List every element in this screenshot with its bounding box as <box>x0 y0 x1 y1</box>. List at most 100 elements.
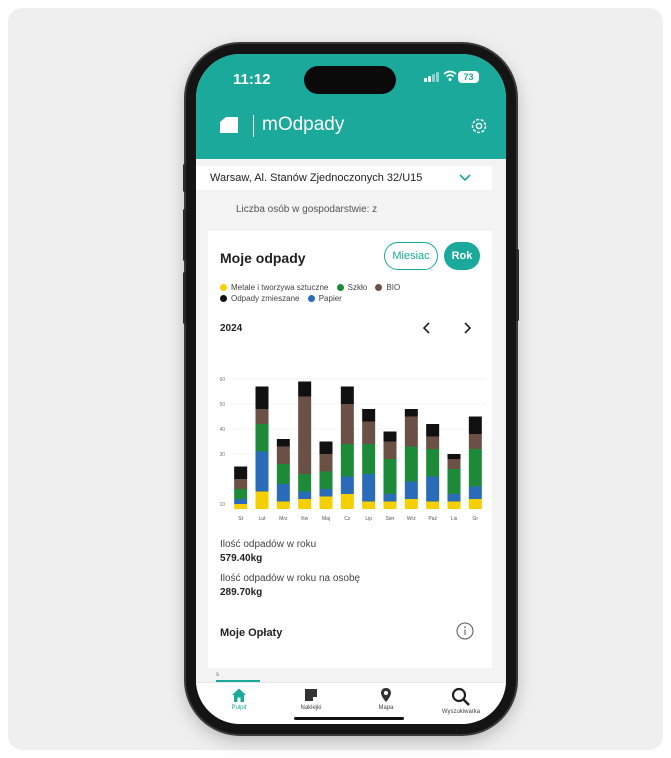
bar-segment <box>298 396 312 474</box>
settings-gear-icon[interactable] <box>469 116 489 136</box>
home-icon <box>232 688 246 702</box>
x-tick-label: Maj <box>322 516 330 522</box>
battery-indicator: 73 <box>458 71 479 83</box>
legend-label: Odpady zmieszane <box>231 294 300 303</box>
x-tick-label: Lis <box>451 516 458 522</box>
signal-bar <box>424 78 427 82</box>
bar-segment <box>255 409 269 424</box>
address-select[interactable]: Warsaw, Al. Stanów Zjednoczonych 32/U15 <box>196 166 492 190</box>
nav-item-wyszukiwarka[interactable]: Wyszukiwarka <box>426 687 496 715</box>
per-person-value: 289.70kg <box>220 587 263 598</box>
household-persons-label: Liczba osób w gospodarstwie: z <box>236 204 378 215</box>
y-tick-label: 10 <box>219 502 225 508</box>
chart-legend: Metale i tworzywa sztuczne Szkło BIO Odp… <box>220 282 406 304</box>
phone-frame: 11:12 73 mOdpady Warsaw, Al. Stanów Zjed… <box>183 44 519 734</box>
info-icon[interactable] <box>456 622 474 640</box>
screen: 11:12 73 mOdpady Warsaw, Al. Stanów Zjed… <box>196 54 506 724</box>
bar-segment <box>426 436 440 449</box>
x-tick-label: Gr <box>473 516 479 522</box>
bar-segment <box>340 494 354 509</box>
waste-bar-chart: 10 30 40 50 60 St Lut Mrz Kw Maj Cz Lip Sier Wrz Paź Li… <box>219 377 486 522</box>
bar-segment <box>234 466 248 479</box>
bar-segment <box>404 416 418 447</box>
x-tick-label: Kw <box>301 516 308 522</box>
legend-item: Szkło <box>336 283 367 292</box>
bar-segment <box>276 464 290 484</box>
legend-swatch <box>307 295 315 302</box>
bar-segment <box>276 446 290 464</box>
legend-item: Odpady zmieszane <box>220 294 299 303</box>
legend-swatch <box>220 295 227 302</box>
bar-segment <box>319 496 333 509</box>
nav-item-pulpit[interactable]: Pulpit <box>204 687 274 711</box>
y-tick-label: 60 <box>219 377 225 383</box>
bar-segment <box>255 424 269 452</box>
bar-segment <box>447 501 461 509</box>
bar-segment <box>426 476 440 502</box>
bar-segment <box>234 499 248 504</box>
fees-tab-label[interactable]: s <box>216 672 219 678</box>
legend-label: Metale i tworzywa sztuczne <box>231 283 329 292</box>
x-tick-label: St <box>238 516 243 522</box>
bar-segment <box>255 386 269 409</box>
bar-segment <box>404 446 418 482</box>
bar-segment <box>298 381 312 397</box>
bar-segment <box>362 421 376 444</box>
bar-segment <box>340 476 354 494</box>
per-person-label: Ilość odpadów w roku na osobę <box>220 573 361 584</box>
volume-up-button <box>183 209 186 261</box>
bin-logo-icon <box>220 117 238 133</box>
bar-segment <box>426 449 440 477</box>
nav-item-mapa[interactable]: Mapa <box>351 687 421 711</box>
waste-card: Moje odpady Miesiac Rok Metale i tworzyw… <box>208 231 492 668</box>
search-icon <box>451 687 470 706</box>
bar-segment <box>426 501 440 509</box>
bar-segment <box>319 471 333 489</box>
nav-label: Mapa <box>378 705 394 711</box>
chevron-left-icon[interactable] <box>420 321 434 335</box>
bar-segment <box>404 499 418 509</box>
x-tick-label: Sier <box>386 516 395 522</box>
legend-swatch <box>375 284 383 291</box>
year-total-value: 579.40kg <box>220 553 263 564</box>
month-toggle-button[interactable]: Miesiac <box>384 242 438 270</box>
bar-segment <box>255 491 269 509</box>
year-toggle-button[interactable]: Rok <box>444 242 480 270</box>
bar-segment <box>234 489 248 499</box>
bar-segment <box>468 416 482 434</box>
bar-segment <box>319 441 333 454</box>
app-bar: mOdpady <box>196 100 506 159</box>
chevron-right-icon[interactable] <box>460 321 474 335</box>
nav-item-naklejki[interactable]: Naklejki <box>276 687 346 711</box>
bar-segment <box>362 501 376 509</box>
bar-segment <box>340 386 354 404</box>
bar-segment <box>383 501 397 509</box>
bar-segment <box>234 479 248 489</box>
bar-segment <box>426 424 440 437</box>
nav-label: Naklejki <box>300 705 322 711</box>
status-time: 11:12 <box>233 71 271 88</box>
bar-segment <box>383 441 397 459</box>
bar-segment <box>276 439 290 447</box>
year-total-label: Ilość odpadów w roku <box>220 539 317 550</box>
bar-segment <box>383 459 397 494</box>
mute-switch <box>183 164 186 192</box>
bar-segment <box>383 431 397 442</box>
chevron-down-icon <box>459 174 471 182</box>
card-title: Moje odpady <box>220 250 306 266</box>
y-tick-label: 40 <box>219 427 225 433</box>
app-title: mOdpady <box>262 114 345 135</box>
y-tick-label: 30 <box>219 452 225 458</box>
year-label: 2024 <box>220 323 243 334</box>
bar-segment <box>362 474 376 502</box>
legend-label: BIO <box>386 283 401 292</box>
nav-label: Pulpit <box>231 705 247 711</box>
bar-segment <box>447 494 461 502</box>
x-tick-label: Cz <box>344 516 351 522</box>
x-tick-label: Wrz <box>407 516 416 522</box>
signal-bar <box>432 74 435 82</box>
legend-item: BIO <box>375 283 400 292</box>
bar-segment <box>404 481 418 499</box>
home-indicator <box>294 717 404 720</box>
bar-segment <box>362 409 376 422</box>
